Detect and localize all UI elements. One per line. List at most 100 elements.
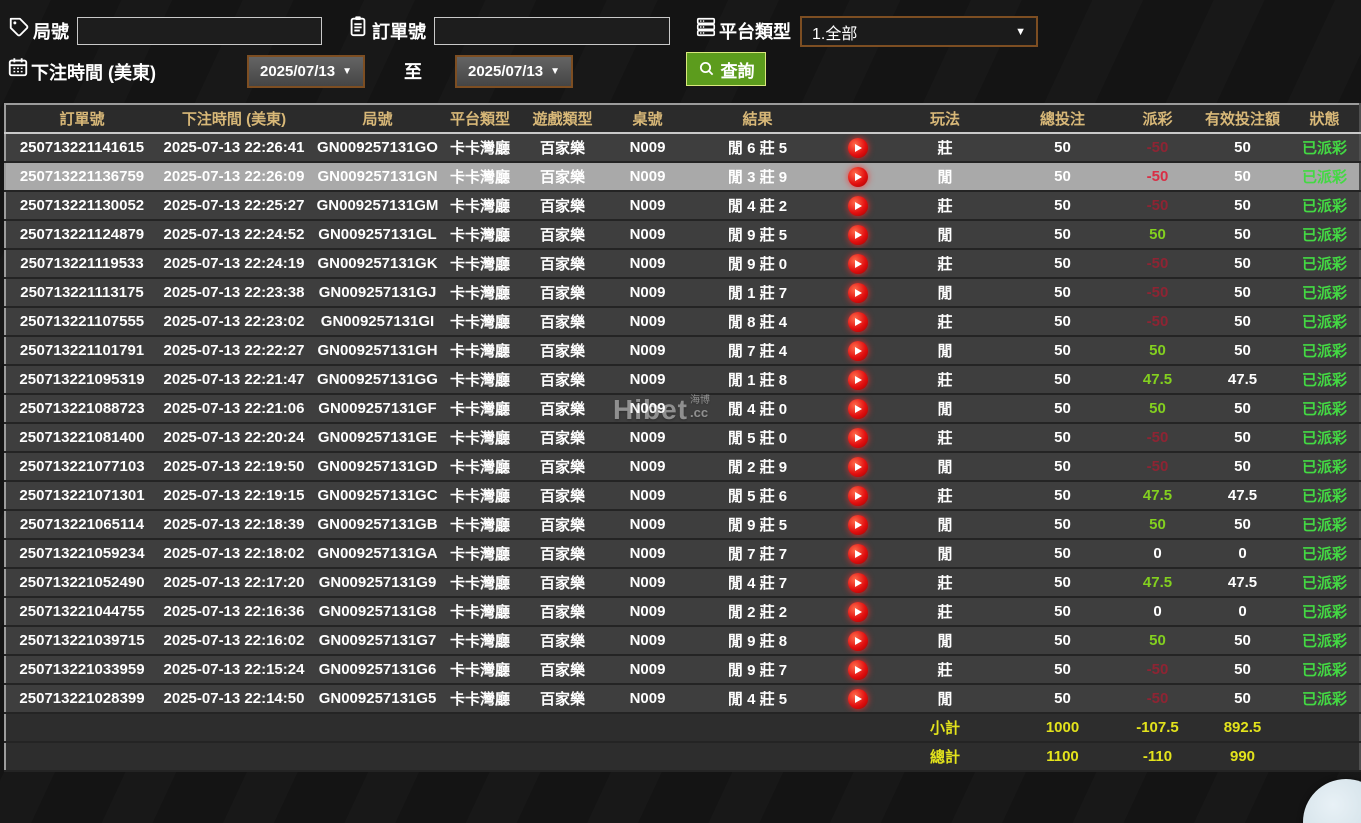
table-row[interactable]: 250713221088723 2025-07-13 22:21:06 GN00… <box>5 394 1360 424</box>
cell-order-id: 250713221071301 <box>5 481 158 511</box>
subtotal-row: 小計 1000 -107.5 892.5 <box>5 713 1360 743</box>
platform-type-select[interactable]: 1.全部 ▼ <box>800 16 1038 47</box>
table-row[interactable]: 250713221119533 2025-07-13 22:24:19 GN00… <box>5 249 1360 279</box>
table-row[interactable]: 250713221052490 2025-07-13 22:17:20 GN00… <box>5 568 1360 598</box>
cell-payout: -50 <box>1120 684 1195 714</box>
cell-game-type: 百家樂 <box>515 597 610 627</box>
table-row[interactable]: 250713221113175 2025-07-13 22:23:38 GN00… <box>5 278 1360 308</box>
play-replay-icon[interactable] <box>847 369 868 390</box>
cell-bet-time: 2025-07-13 22:15:24 <box>158 655 310 685</box>
table-row[interactable]: 250713221044755 2025-07-13 22:16:36 GN00… <box>5 597 1360 627</box>
play-replay-icon[interactable] <box>847 398 868 419</box>
cell-total-bet: 50 <box>1005 336 1120 366</box>
cell-round-id: GN009257131G6 <box>310 655 445 685</box>
cell-replay <box>830 684 885 714</box>
cell-table-no: N009 <box>610 307 685 337</box>
cell-total-bet: 50 <box>1005 568 1120 598</box>
cell-valid-bet: 50 <box>1195 220 1290 250</box>
play-replay-icon[interactable] <box>847 456 868 477</box>
play-replay-icon[interactable] <box>847 514 868 535</box>
play-replay-icon[interactable] <box>847 282 868 303</box>
cell-total-bet: 50 <box>1005 365 1120 395</box>
play-replay-icon[interactable] <box>847 224 868 245</box>
clipboard-icon <box>347 15 369 37</box>
cell-round-id: GN009257131G9 <box>310 568 445 598</box>
cell-bet-time: 2025-07-13 22:23:02 <box>158 307 310 337</box>
column-header-status: 狀態 <box>1290 104 1360 134</box>
table-row[interactable]: 250713221077103 2025-07-13 22:19:50 GN00… <box>5 452 1360 482</box>
table-row[interactable]: 250713221071301 2025-07-13 22:19:15 GN00… <box>5 481 1360 511</box>
play-triangle <box>855 665 862 674</box>
play-replay-icon[interactable] <box>847 572 868 593</box>
cell-valid-bet: 0 <box>1195 597 1290 627</box>
status-badge: 已派彩 <box>1290 452 1360 482</box>
status-badge: 已派彩 <box>1290 626 1360 656</box>
play-triangle <box>855 172 862 181</box>
column-header-order-id: 訂單號 <box>5 104 158 134</box>
play-replay-icon[interactable] <box>847 485 868 506</box>
date-to-select[interactable]: 2025/07/13 ▼ <box>455 55 573 88</box>
cell-replay <box>830 568 885 598</box>
play-replay-icon[interactable] <box>847 340 868 361</box>
cell-total-bet: 50 <box>1005 481 1120 511</box>
play-replay-icon[interactable] <box>847 659 868 680</box>
play-replay-icon[interactable] <box>847 137 868 158</box>
cell-bet-time: 2025-07-13 22:24:19 <box>158 249 310 279</box>
cell-total-bet: 50 <box>1005 133 1120 163</box>
platform-icon <box>695 16 717 38</box>
play-replay-icon[interactable] <box>847 601 868 622</box>
play-replay-icon[interactable] <box>847 688 868 709</box>
cell-play-type: 閒 <box>885 162 1005 192</box>
cell-table-no: N009 <box>610 220 685 250</box>
table-row[interactable]: 250713221136759 2025-07-13 22:26:09 GN00… <box>5 162 1360 192</box>
cell-total-bet: 50 <box>1005 191 1120 221</box>
table-row[interactable]: 250713221107555 2025-07-13 22:23:02 GN00… <box>5 307 1360 337</box>
cell-platform: 卡卡灣廳 <box>445 539 515 569</box>
table-row[interactable]: 250713221130052 2025-07-13 22:25:27 GN00… <box>5 191 1360 221</box>
round-id-input[interactable] <box>77 17 322 45</box>
play-triangle <box>855 317 862 326</box>
cell-payout: -50 <box>1120 423 1195 453</box>
subtotal-total-bet: 1000 <box>1005 713 1120 743</box>
table-row[interactable]: 250713221033959 2025-07-13 22:15:24 GN00… <box>5 655 1360 685</box>
cell-valid-bet: 50 <box>1195 162 1290 192</box>
play-replay-icon[interactable] <box>847 311 868 332</box>
date-from-select[interactable]: 2025/07/13 ▼ <box>247 55 365 88</box>
table-row[interactable]: 250713221095319 2025-07-13 22:21:47 GN00… <box>5 365 1360 395</box>
search-button[interactable]: 查詢 <box>686 52 766 86</box>
cell-play-type: 莊 <box>885 191 1005 221</box>
table-row[interactable]: 250713221065114 2025-07-13 22:18:39 GN00… <box>5 510 1360 540</box>
cell-total-bet: 50 <box>1005 423 1120 453</box>
cell-replay <box>830 365 885 395</box>
table-row[interactable]: 250713221059234 2025-07-13 22:18:02 GN00… <box>5 539 1360 569</box>
cell-game-type: 百家樂 <box>515 162 610 192</box>
table-row[interactable]: 250713221039715 2025-07-13 22:16:02 GN00… <box>5 626 1360 656</box>
play-replay-icon[interactable] <box>847 195 868 216</box>
table-row[interactable]: 250713221028399 2025-07-13 22:14:50 GN00… <box>5 684 1360 714</box>
play-replay-icon[interactable] <box>847 630 868 651</box>
table-row[interactable]: 250713221081400 2025-07-13 22:20:24 GN00… <box>5 423 1360 453</box>
cell-payout: -50 <box>1120 133 1195 163</box>
cell-play-type: 閒 <box>885 510 1005 540</box>
play-replay-icon[interactable] <box>847 253 868 274</box>
play-replay-icon[interactable] <box>847 166 868 187</box>
cell-result: 閒 4 莊 5 <box>685 684 830 714</box>
cell-total-bet: 50 <box>1005 510 1120 540</box>
play-replay-icon[interactable] <box>847 543 868 564</box>
play-replay-icon[interactable] <box>847 427 868 448</box>
status-badge: 已派彩 <box>1290 568 1360 598</box>
cell-replay <box>830 249 885 279</box>
table-row[interactable]: 250713221141615 2025-07-13 22:26:41 GN00… <box>5 133 1360 163</box>
cell-payout: 0 <box>1120 539 1195 569</box>
cell-order-id: 250713221077103 <box>5 452 158 482</box>
cell-result: 閒 7 莊 7 <box>685 539 830 569</box>
cell-game-type: 百家樂 <box>515 655 610 685</box>
order-id-input[interactable] <box>434 17 670 45</box>
table-row[interactable]: 250713221101791 2025-07-13 22:22:27 GN00… <box>5 336 1360 366</box>
play-triangle <box>855 578 862 587</box>
floating-widget-button[interactable] <box>1303 779 1361 823</box>
table-row[interactable]: 250713221124879 2025-07-13 22:24:52 GN00… <box>5 220 1360 250</box>
cell-result: 閒 7 莊 4 <box>685 336 830 366</box>
cell-platform: 卡卡灣廳 <box>445 220 515 250</box>
subtotal-label: 小計 <box>885 713 1005 743</box>
